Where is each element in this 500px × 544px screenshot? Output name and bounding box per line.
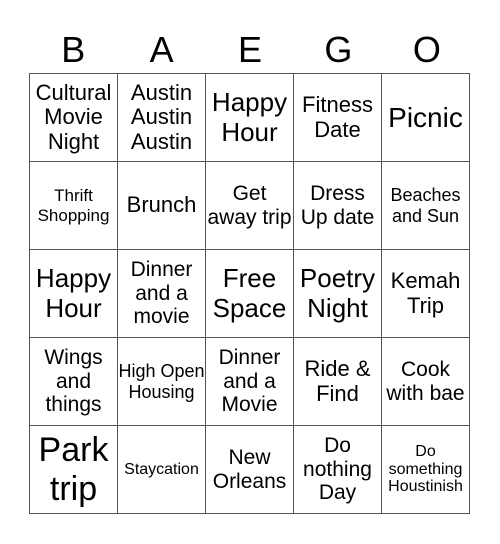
bingo-cell[interactable]: Staycation: [117, 425, 206, 514]
grid-row: Park trip Staycation New Orleans Do noth…: [29, 425, 470, 514]
bingo-cell[interactable]: Happy Hour: [29, 249, 118, 338]
bingo-cell[interactable]: Cook with bae: [381, 337, 470, 426]
bingo-header: B A E G O: [29, 28, 471, 72]
header-letter-b: B: [61, 29, 86, 70]
bingo-cell[interactable]: Ride & Find: [293, 337, 382, 426]
bingo-cell[interactable]: Cultural Movie Night: [29, 73, 118, 162]
bingo-cell[interactable]: Thrift Shopping: [29, 161, 118, 250]
bingo-cell[interactable]: Fitness Date: [293, 73, 382, 162]
bingo-cell[interactable]: Brunch: [117, 161, 206, 250]
grid-row: Cultural Movie Night Austin Austin Austi…: [29, 73, 470, 162]
header-letter-o: O: [412, 29, 441, 70]
bingo-cell[interactable]: Austin Austin Austin: [117, 73, 206, 162]
header-letter-a: A: [149, 29, 174, 70]
grid-row: Happy Hour Dinner and a movie Free Space…: [29, 249, 470, 338]
bingo-cell[interactable]: Beaches and Sun: [381, 161, 470, 250]
grid-row: Wings and things High Open Housing Dinne…: [29, 337, 470, 426]
bingo-cell[interactable]: Happy Hour: [205, 73, 294, 162]
bingo-cell[interactable]: Dinner and a Movie: [205, 337, 294, 426]
bingo-cell[interactable]: Dress Up date: [293, 161, 382, 250]
bingo-cell[interactable]: New Orleans: [205, 425, 294, 514]
header-letter-e: E: [238, 29, 263, 70]
bingo-cell[interactable]: Park trip: [29, 425, 118, 514]
bingo-cell[interactable]: High Open Housing: [117, 337, 206, 426]
bingo-cell[interactable]: Poetry Night: [293, 249, 382, 338]
bingo-cell[interactable]: Wings and things: [29, 337, 118, 426]
bingo-cell[interactable]: Dinner and a movie: [117, 249, 206, 338]
bingo-cell[interactable]: Do something Houstinish: [381, 425, 470, 514]
header-letter-g: G: [324, 29, 353, 70]
bingo-cell[interactable]: Kemah Trip: [381, 249, 470, 338]
bingo-cell[interactable]: Get away trip: [205, 161, 294, 250]
bingo-grid: Cultural Movie Night Austin Austin Austi…: [29, 73, 470, 514]
free-space-cell[interactable]: Free Space: [205, 249, 294, 338]
bingo-cell[interactable]: Do nothing Day: [293, 425, 382, 514]
grid-row: Thrift Shopping Brunch Get away trip Dre…: [29, 161, 470, 250]
bingo-cell[interactable]: Picnic: [381, 73, 470, 162]
